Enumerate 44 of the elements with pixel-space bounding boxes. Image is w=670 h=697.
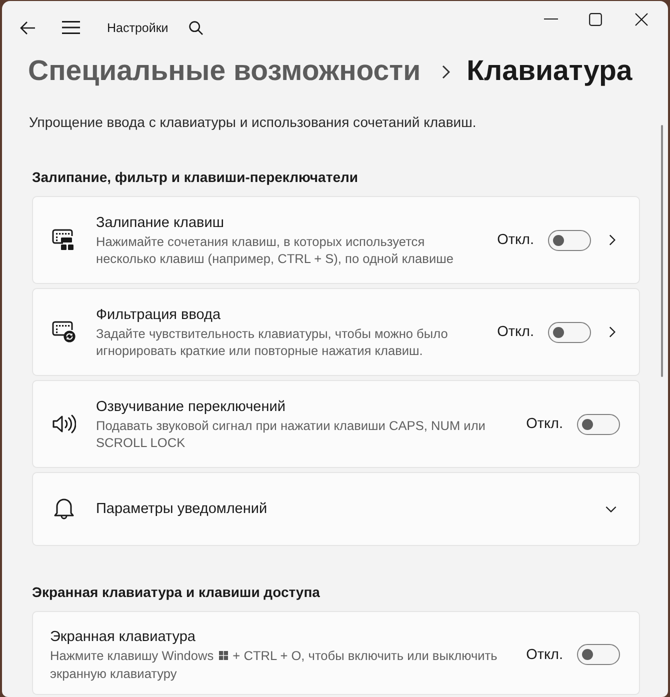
keyboard-badge-icon (52, 321, 76, 343)
chevron-right-icon (609, 326, 616, 338)
setting-description: + CTRL + O, чтобы включить или выключить (232, 647, 498, 664)
window-title: Настройки (107, 20, 168, 34)
setting-description: экранную клавиатуру (50, 664, 177, 682)
breadcrumb-link[interactable]: Специальные возможности (28, 54, 421, 88)
setting-description: Задайте чувствительность клавиатуры, чтобы можно было игнорировать краткие или повторные нажатия клавиш. (96, 324, 449, 360)
setting-description: Подавать звуковой сигнал при нажатии клавиши CAPS, NUM или SCROLL LOCK (96, 416, 486, 452)
search-icon[interactable] (189, 20, 204, 34)
menu-icon[interactable] (62, 21, 80, 34)
windows-logo-icon (218, 651, 228, 660)
bell-icon (52, 498, 76, 520)
toggle-switch[interactable] (548, 322, 591, 342)
setting-card[interactable]: Залипание клавиш Нажимайте сочетания клавиш, в которых используется несколько клавиш (например, CTRL + S), по одной клавише Откл. (32, 196, 640, 284)
toggle-switch[interactable] (548, 230, 591, 250)
keyboard-keys-icon (52, 229, 76, 251)
setting-card[interactable]: Параметры уведомлений (32, 472, 640, 546)
toggle-switch[interactable] (577, 414, 620, 434)
maximize-icon[interactable] (589, 12, 602, 26)
setting-title: Параметры уведомлений (96, 500, 268, 519)
state-label: Откл. (526, 416, 563, 432)
scrollbar-thumb[interactable] (661, 125, 663, 377)
chevron-down-icon[interactable] (605, 506, 617, 512)
state-label: Откл. (497, 232, 534, 248)
speaker-icon (52, 413, 76, 435)
page-description: Упрощение ввода с клавиатуры и использования сочетаний клавиш. (29, 113, 478, 132)
section-heading: Экранная клавиатура и клавиши доступа (32, 583, 321, 602)
setting-card[interactable]: Фильтрация ввода Задайте чувствительность клавиатуры, чтобы можно было игнорировать краткие или повторные нажатия клавиш. Откл. (32, 288, 640, 376)
chevron-right-icon (609, 234, 616, 246)
setting-description: Нажмите клавишу Windows (50, 647, 214, 664)
state-label: Откл. (526, 646, 563, 662)
chevron-right-icon (442, 65, 450, 79)
setting-description: Нажимайте сочетания клавиш, в которых используется несколько клавиш (например, CTRL + S), по одной клавише (96, 232, 454, 268)
setting-title: Фильтрация ввода (96, 306, 221, 324)
minimize-icon[interactable] (544, 18, 558, 20)
close-icon[interactable] (635, 12, 648, 26)
setting-title: Экранная клавиатура (50, 628, 196, 647)
state-label: Откл. (497, 324, 534, 340)
page-title: Клавиатура (466, 54, 632, 88)
setting-title: Озвучивание переключений (96, 398, 286, 416)
setting-title: Залипание клавиш (96, 214, 224, 232)
section-heading: Залипание, фильтр и клавиши-переключатели (32, 168, 359, 187)
toggle-switch[interactable] (577, 644, 620, 665)
back-arrow-icon[interactable] (20, 20, 36, 34)
